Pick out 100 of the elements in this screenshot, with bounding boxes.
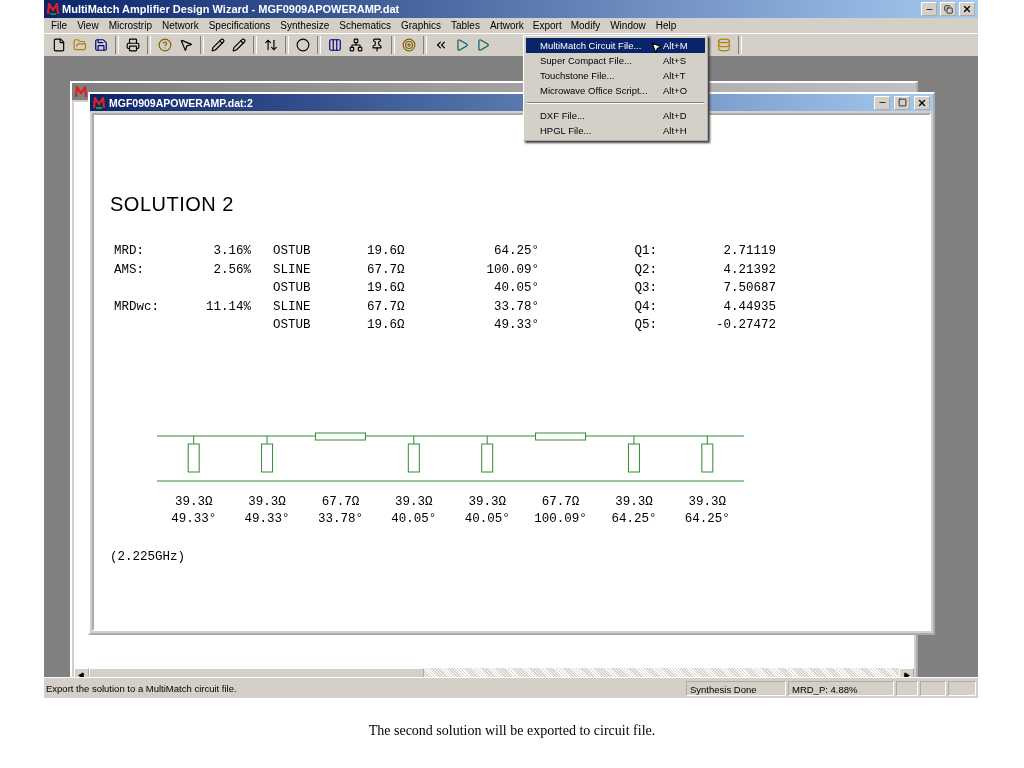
menu-item[interactable]: Schematics (334, 17, 396, 34)
angle-value: 33.78° (493, 299, 539, 316)
pencil-icon[interactable] (232, 38, 246, 52)
close-button[interactable] (959, 2, 975, 16)
angle-label: 64.25° (683, 510, 731, 528)
q-label: Q2: (633, 262, 657, 279)
maximize-button[interactable] (894, 95, 910, 110)
window-title: MultiMatch Amplifier Design Wizard - MGF0909APOWERAMP.dat (62, 3, 401, 15)
double-chevron-icon[interactable] (434, 38, 448, 52)
menu-item[interactable]: Synthesize (275, 17, 335, 34)
q-label: Q1: (633, 244, 657, 260)
angle-label: 49.33° (170, 510, 218, 528)
status-panel (896, 680, 918, 696)
angle-value: 100.09° (485, 262, 539, 279)
impedance-label: 39.3Ω (394, 493, 434, 511)
app-logo-icon (75, 85, 87, 98)
status-message: Export the solution to a MultiMatch circuit file. (46, 682, 238, 694)
app-logo-icon (47, 3, 59, 15)
angle-label: 49.33° (243, 510, 291, 528)
close-button[interactable] (914, 95, 930, 110)
up-down-arrow-icon[interactable] (264, 38, 278, 52)
q-label: Q4: (633, 299, 657, 316)
q-value: 4.44935 (722, 299, 776, 316)
menu-item[interactable]: Window (605, 17, 651, 34)
q-value: 2.71119 (722, 244, 776, 260)
status-panel (920, 680, 946, 696)
element-type: SLINE (272, 262, 312, 279)
element-type: OSTUB (272, 244, 312, 260)
document-title: MGF0909APOWERAMP.dat:2 (109, 96, 254, 109)
impedance-label: 39.3Ω (467, 493, 507, 511)
menu-item[interactable]: File (46, 17, 73, 34)
angle-label: 40.05° (463, 510, 511, 528)
target-icon[interactable] (402, 38, 416, 52)
pencil-icon[interactable] (211, 38, 225, 52)
angle-label: 40.05° (390, 510, 438, 528)
menu-item[interactable]: Modify (565, 17, 606, 34)
impedance-value: 67.7Ω (367, 299, 406, 316)
element-type: OSTUB (272, 281, 312, 297)
menu-item[interactable]: Export (528, 18, 566, 33)
metric-value: 3.16% (212, 244, 251, 260)
minimize-button[interactable] (874, 95, 890, 110)
q-value: 7.50687 (722, 281, 776, 297)
angle-label: 100.09° (533, 510, 588, 528)
menu-item[interactable]: Tables (446, 17, 485, 34)
save-icon[interactable] (94, 38, 108, 52)
impedance-label: 39.3Ω (614, 493, 654, 511)
app-logo-icon (93, 96, 105, 109)
impedance-label: 39.3Ω (173, 493, 214, 511)
menu-item[interactable]: Microstrip (103, 17, 157, 34)
impedance-label: 39.3Ω (247, 493, 287, 511)
printer-icon[interactable] (126, 38, 140, 52)
impedance-label: 39.3Ω (687, 493, 728, 511)
menu-item[interactable]: Network (156, 17, 204, 34)
menu-item[interactable]: Help (650, 17, 682, 34)
right-arrow-icon (903, 672, 910, 677)
menu-option[interactable]: HPGL File... Alt+H (526, 123, 705, 138)
impedance-value: 19.6Ω (367, 281, 406, 297)
status-panel: MRD_P: 4.88% (788, 680, 894, 696)
solution-heading: SOLUTION 2 (110, 193, 235, 216)
impedance-label: 67.7Ω (540, 493, 581, 511)
cursor-icon (650, 41, 663, 54)
restore-button[interactable] (940, 2, 956, 16)
q-value: 4.21392 (722, 262, 776, 279)
element-type: OSTUB (272, 318, 312, 334)
menu-option[interactable]: Super Compact File... Alt+S (526, 53, 705, 68)
metric-label: MRDwc: (114, 299, 160, 316)
element-type: SLINE (272, 299, 312, 316)
menu-item[interactable]: Graphics (395, 17, 446, 34)
left-arrow-icon (78, 672, 85, 677)
menu-option[interactable]: Microwave Office Script... Alt+O (526, 83, 705, 98)
maximize-icon (897, 98, 907, 107)
menu-option[interactable]: MultiMatch Circuit File... Alt+M (526, 38, 705, 53)
minimize-button[interactable] (921, 2, 937, 16)
caption: The second solution will be exported to circuit file. (367, 723, 657, 739)
help-icon[interactable] (158, 38, 172, 52)
impedance-value: 19.6Ω (367, 244, 406, 260)
network-icon[interactable] (349, 38, 363, 52)
menu-item[interactable]: Specifications (203, 17, 276, 34)
menu-option[interactable]: DXF File... Alt+D (526, 108, 705, 123)
impedance-value: 19.6Ω (367, 318, 406, 334)
circle-icon[interactable] (296, 38, 310, 52)
menu-item[interactable]: View (72, 17, 104, 34)
impedance-label: 67.7Ω (320, 493, 361, 511)
q-label: Q3: (633, 281, 657, 297)
new-file-icon[interactable] (52, 38, 66, 52)
columns-icon[interactable] (328, 38, 342, 52)
impedance-value: 67.7Ω (367, 262, 406, 279)
restore-icon (943, 4, 953, 14)
play-icon[interactable] (455, 38, 469, 52)
angle-label: 33.78° (316, 510, 364, 528)
play-icon[interactable] (476, 38, 490, 52)
metric-label: MRD: (114, 244, 145, 260)
menu-item[interactable]: Artwork (484, 17, 529, 34)
close-icon (962, 4, 972, 14)
pin-icon[interactable] (370, 38, 384, 52)
metric-value: 2.56% (212, 262, 251, 279)
frequency-label: (2.225GHz) (110, 549, 185, 564)
pointer-icon[interactable] (179, 38, 193, 52)
menu-option[interactable]: Touchstone File... Alt+T (526, 68, 705, 83)
status-panel (948, 680, 976, 696)
